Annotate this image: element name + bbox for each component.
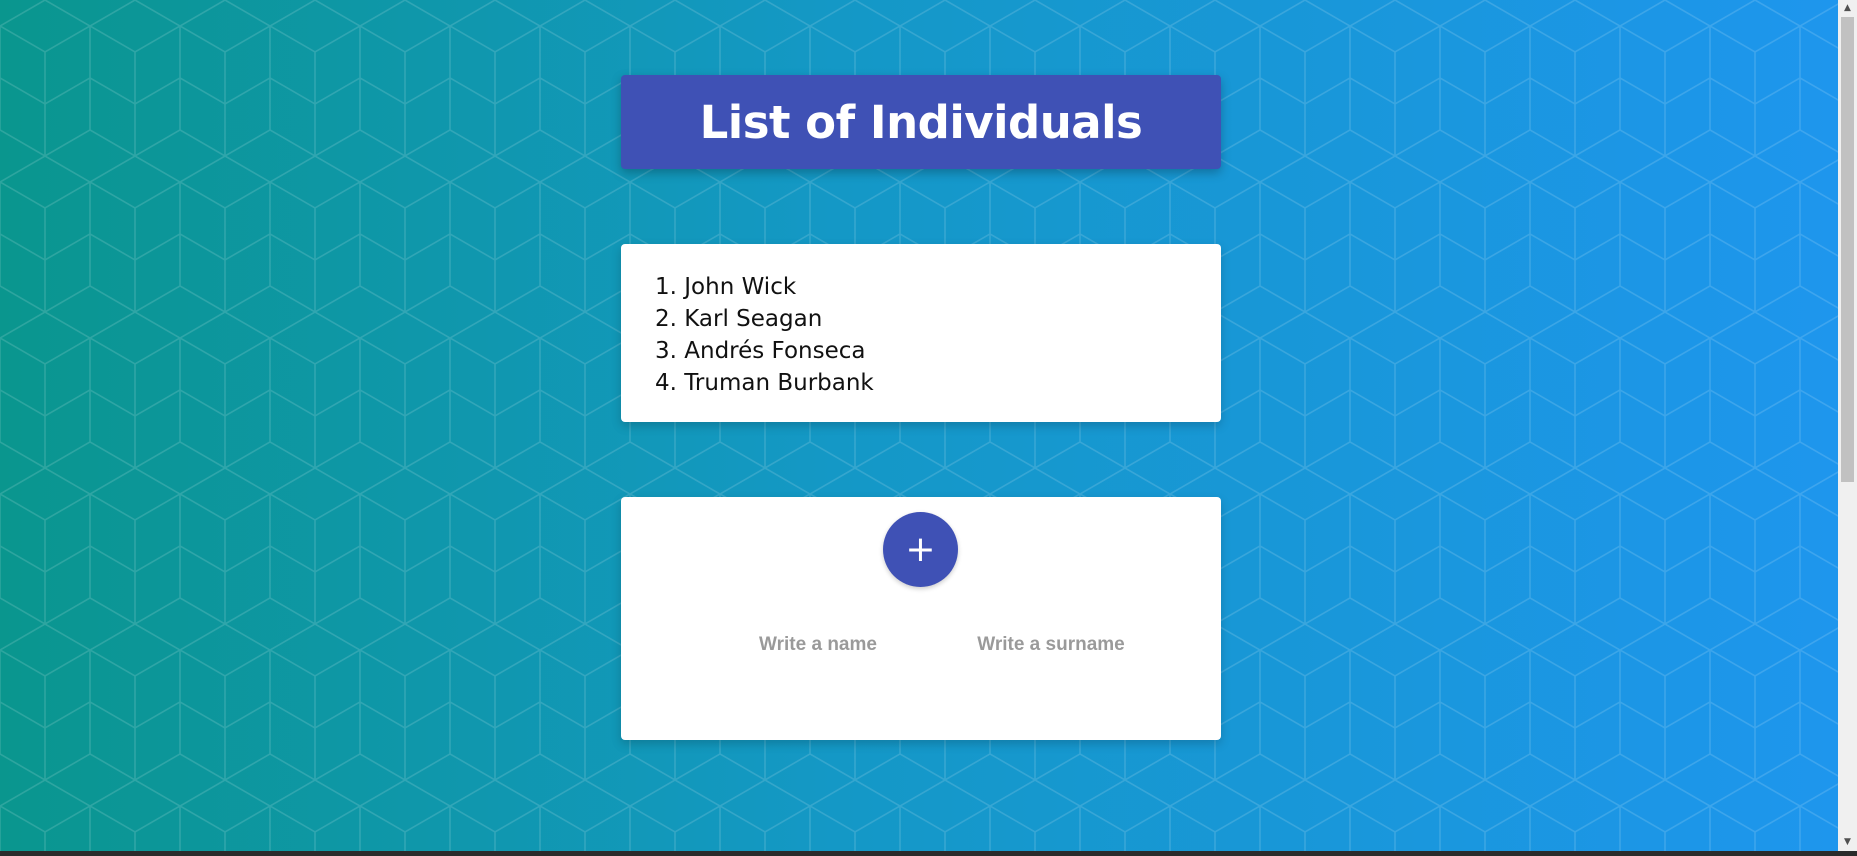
page-background: List of Individuals 1. John Wick 2. Karl… [0,0,1857,856]
scrollbar-thumb[interactable] [1841,17,1854,482]
people-list: 1. John Wick 2. Karl Seagan 3. Andrés Fo… [621,271,1221,399]
surname-input[interactable] [936,629,1166,661]
people-list-card: 1. John Wick 2. Karl Seagan 3. Andrés Fo… [621,244,1221,422]
arrow-up-icon[interactable]: ▲ [1838,0,1857,17]
list-item: 2. Karl Seagan [655,306,823,332]
list-item: 1. John Wick [655,274,797,300]
list-item: 3. Andrés Fonseca [655,338,866,364]
page-title: List of Individuals [699,95,1143,149]
vertical-scrollbar[interactable]: ▲ ▼ [1838,0,1857,851]
add-person-button[interactable]: + [883,512,958,587]
name-input[interactable] [711,629,925,661]
list-item: 4. Truman Burbank [655,370,874,396]
page-header: List of Individuals [621,75,1221,169]
arrow-down-icon[interactable]: ▼ [1838,834,1857,851]
window-bottom-edge [0,851,1857,856]
add-person-form: + [621,497,1221,740]
